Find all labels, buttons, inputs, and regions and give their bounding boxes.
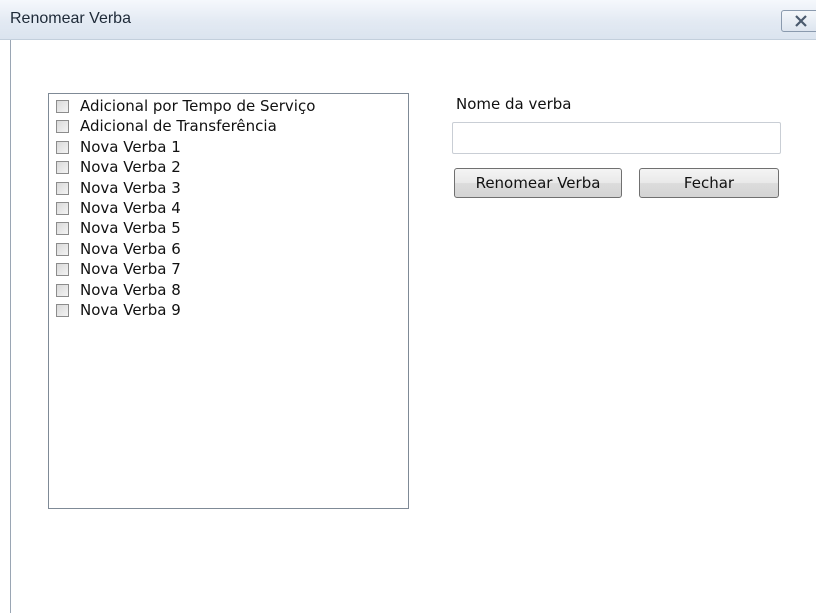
- list-item[interactable]: Nova Verba 6: [49, 239, 408, 259]
- list-item[interactable]: Adicional por Tempo de Serviço: [49, 96, 408, 116]
- list-item[interactable]: Nova Verba 7: [49, 259, 408, 279]
- checkbox[interactable]: [56, 201, 69, 215]
- checkbox[interactable]: [56, 242, 69, 256]
- rename-verba-button[interactable]: Renomear Verba: [454, 168, 622, 198]
- list-item[interactable]: Nova Verba 1: [49, 137, 408, 157]
- list-item[interactable]: Nova Verba 9: [49, 300, 408, 320]
- list-item-label: Nova Verba 6: [80, 239, 181, 258]
- list-item[interactable]: Adicional de Transferência: [49, 116, 408, 136]
- list-item[interactable]: Nova Verba 8: [49, 280, 408, 300]
- list-item-label: Nova Verba 8: [80, 280, 181, 299]
- verba-name-label: Nome da verba: [456, 95, 572, 113]
- checkbox[interactable]: [56, 263, 69, 277]
- title-bar[interactable]: Renomear Verba: [0, 0, 816, 40]
- close-icon: [795, 15, 807, 27]
- window-close-button[interactable]: [781, 10, 816, 32]
- checkbox[interactable]: [56, 100, 69, 113]
- list-item[interactable]: Nova Verba 5: [49, 218, 408, 238]
- list-item-label: Nova Verba 2: [80, 158, 181, 177]
- checkbox[interactable]: [56, 303, 69, 317]
- rename-dialog: Renomear Verba Adicional por Tempo de Se…: [0, 0, 816, 613]
- checkbox[interactable]: [56, 120, 69, 134]
- list-item[interactable]: Nova Verba 2: [49, 157, 408, 177]
- checkbox[interactable]: [56, 140, 69, 154]
- list-item-label: Nova Verba 4: [80, 198, 181, 217]
- list-item-label: Nova Verba 9: [80, 300, 181, 319]
- list-item-label: Nova Verba 7: [80, 260, 181, 279]
- verba-checklist[interactable]: Adicional por Tempo de Serviço Adicional…: [48, 93, 409, 509]
- list-item[interactable]: Nova Verba 4: [49, 198, 408, 218]
- window-title: Renomear Verba: [10, 10, 131, 27]
- checkbox[interactable]: [56, 222, 69, 236]
- list-item-label: Nova Verba 3: [80, 178, 181, 197]
- verba-name-input[interactable]: [452, 122, 781, 154]
- list-item-label: Adicional por Tempo de Serviço: [80, 97, 316, 115]
- list-item-label: Adicional de Transferência: [80, 117, 277, 136]
- close-button[interactable]: Fechar: [639, 168, 779, 198]
- checkbox[interactable]: [56, 161, 69, 175]
- list-item-label: Nova Verba 1: [80, 137, 181, 156]
- list-item-label: Nova Verba 5: [80, 219, 181, 238]
- list-item[interactable]: Nova Verba 3: [49, 178, 408, 198]
- window-left-border: [10, 40, 11, 613]
- checkbox[interactable]: [56, 283, 69, 297]
- checkbox[interactable]: [56, 181, 69, 195]
